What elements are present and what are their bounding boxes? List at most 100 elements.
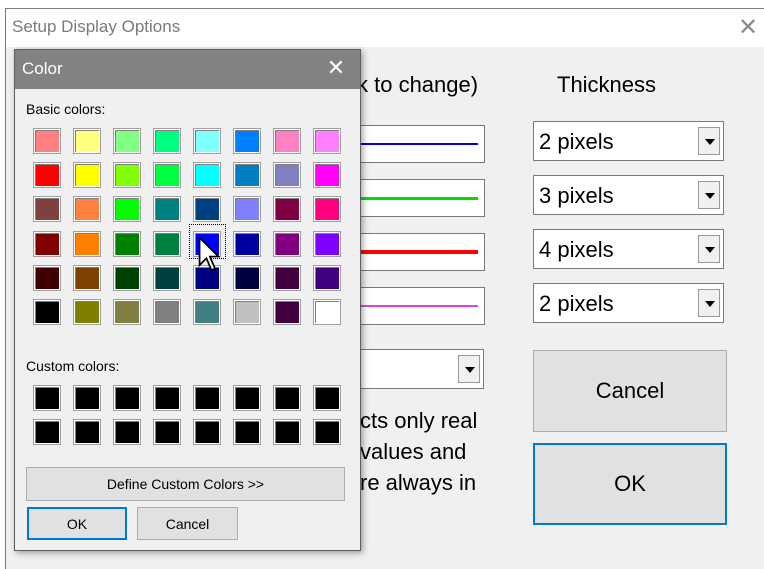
basic-color-swatch[interactable] <box>33 299 61 325</box>
basic-color-swatch[interactable] <box>73 128 101 154</box>
custom-color-swatch[interactable] <box>313 385 341 411</box>
basic-color-swatch[interactable] <box>153 299 181 325</box>
basic-color-swatch[interactable] <box>313 196 341 222</box>
basic-color-swatch[interactable] <box>113 299 141 325</box>
basic-color-swatch[interactable] <box>193 265 221 291</box>
basic-color-swatch[interactable] <box>33 265 61 291</box>
basic-color-swatch[interactable] <box>73 265 101 291</box>
basic-color-swatch[interactable] <box>233 128 261 154</box>
line-sample-3[interactable] <box>345 233 485 271</box>
note-line: re always in <box>360 470 477 495</box>
dropdown-arrow-icon[interactable] <box>698 235 720 263</box>
basic-color-swatch[interactable] <box>193 162 221 188</box>
custom-colors-label: Custom colors: <box>26 358 120 374</box>
basic-color-swatch[interactable] <box>193 128 221 154</box>
basic-color-swatch[interactable] <box>113 231 141 257</box>
custom-color-swatch[interactable] <box>273 385 301 411</box>
color-ok-button[interactable]: OK <box>27 507 127 540</box>
custom-color-swatch[interactable] <box>73 419 101 445</box>
basic-color-swatch[interactable] <box>273 162 301 188</box>
basic-color-swatch[interactable] <box>313 231 341 257</box>
close-icon[interactable]: ✕ <box>735 14 761 40</box>
basic-color-swatch[interactable] <box>273 231 301 257</box>
basic-color-swatch[interactable] <box>273 196 301 222</box>
basic-color-swatch[interactable] <box>153 265 181 291</box>
line-sample-4[interactable] <box>345 287 485 325</box>
basic-color-swatch[interactable] <box>33 196 61 222</box>
basic-color-swatch[interactable] <box>113 162 141 188</box>
custom-color-swatch[interactable] <box>153 385 181 411</box>
thickness-select-1[interactable]: 2 pixels <box>533 121 724 161</box>
basic-color-swatch[interactable] <box>73 299 101 325</box>
custom-color-swatch[interactable] <box>313 419 341 445</box>
selected-color-focus <box>189 224 226 259</box>
thickness-select-3[interactable]: 4 pixels <box>533 229 724 269</box>
custom-color-swatch[interactable] <box>73 385 101 411</box>
basic-color-swatch[interactable] <box>273 265 301 291</box>
basic-colors-label: Basic colors: <box>26 101 106 117</box>
note-line: cts only real <box>360 408 478 433</box>
custom-color-swatch[interactable] <box>193 385 221 411</box>
basic-color-swatch[interactable] <box>233 162 261 188</box>
custom-color-swatch[interactable] <box>33 419 61 445</box>
dropdown-arrow-icon[interactable] <box>698 181 720 209</box>
basic-color-swatch[interactable] <box>313 265 341 291</box>
color-column-header: k to change) <box>357 72 479 97</box>
line-sample-1[interactable] <box>345 125 485 163</box>
color-dialog-title-bar <box>15 50 360 89</box>
thickness-value: 3 pixels <box>539 183 614 208</box>
basic-color-swatch[interactable] <box>313 128 341 154</box>
basic-color-swatch[interactable] <box>73 231 101 257</box>
custom-color-swatch[interactable] <box>233 385 261 411</box>
dropdown-arrow-icon[interactable] <box>458 355 480 383</box>
line-sample-2[interactable] <box>345 179 485 217</box>
basic-color-swatch[interactable] <box>153 162 181 188</box>
custom-color-swatch[interactable] <box>113 419 141 445</box>
close-icon[interactable]: ✕ <box>323 56 349 82</box>
thickness-select-2[interactable]: 3 pixels <box>533 175 724 215</box>
custom-color-swatch[interactable] <box>153 419 181 445</box>
basic-color-swatch[interactable] <box>193 196 221 222</box>
custom-color-swatch[interactable] <box>33 385 61 411</box>
window-title: Setup Display Options <box>12 17 181 36</box>
basic-color-swatch[interactable] <box>113 265 141 291</box>
line-swatch <box>360 305 478 307</box>
thickness-value: 2 pixels <box>539 129 614 154</box>
basic-color-swatch[interactable] <box>313 299 341 325</box>
basic-color-swatch[interactable] <box>113 196 141 222</box>
ok-button[interactable]: OK <box>533 443 727 525</box>
custom-color-swatch[interactable] <box>233 419 261 445</box>
basic-color-swatch[interactable] <box>313 162 341 188</box>
line-swatch <box>360 143 478 145</box>
basic-color-swatch[interactable] <box>233 231 261 257</box>
dropdown-arrow-icon[interactable] <box>698 289 720 317</box>
basic-color-swatch[interactable] <box>33 128 61 154</box>
custom-color-swatch[interactable] <box>193 419 221 445</box>
basic-color-swatch[interactable] <box>233 196 261 222</box>
color-dialog-title: Color <box>22 59 63 78</box>
define-custom-colors-button[interactable]: Define Custom Colors >> <box>26 467 345 501</box>
thickness-select-4[interactable]: 2 pixels <box>533 283 724 323</box>
thickness-column-header: Thickness <box>557 72 657 97</box>
basic-color-swatch[interactable] <box>273 299 301 325</box>
color-cancel-button[interactable]: Cancel <box>137 507 238 540</box>
basic-color-swatch[interactable] <box>233 265 261 291</box>
basic-color-swatch[interactable] <box>193 299 221 325</box>
options-combobox[interactable] <box>345 349 484 389</box>
basic-color-swatch[interactable] <box>33 162 61 188</box>
custom-color-swatch[interactable] <box>113 385 141 411</box>
basic-color-swatch[interactable] <box>153 128 181 154</box>
basic-color-swatch[interactable] <box>33 231 61 257</box>
dropdown-arrow-icon[interactable] <box>698 127 720 155</box>
basic-color-swatch[interactable] <box>113 128 141 154</box>
line-swatch <box>360 196 478 200</box>
cancel-button[interactable]: Cancel <box>533 350 727 432</box>
basic-color-swatch[interactable] <box>273 128 301 154</box>
thickness-value: 2 pixels <box>539 291 614 316</box>
basic-color-swatch[interactable] <box>73 162 101 188</box>
basic-color-swatch[interactable] <box>233 299 261 325</box>
custom-color-swatch[interactable] <box>273 419 301 445</box>
basic-color-swatch[interactable] <box>153 196 181 222</box>
basic-color-swatch[interactable] <box>73 196 101 222</box>
basic-color-swatch[interactable] <box>153 231 181 257</box>
